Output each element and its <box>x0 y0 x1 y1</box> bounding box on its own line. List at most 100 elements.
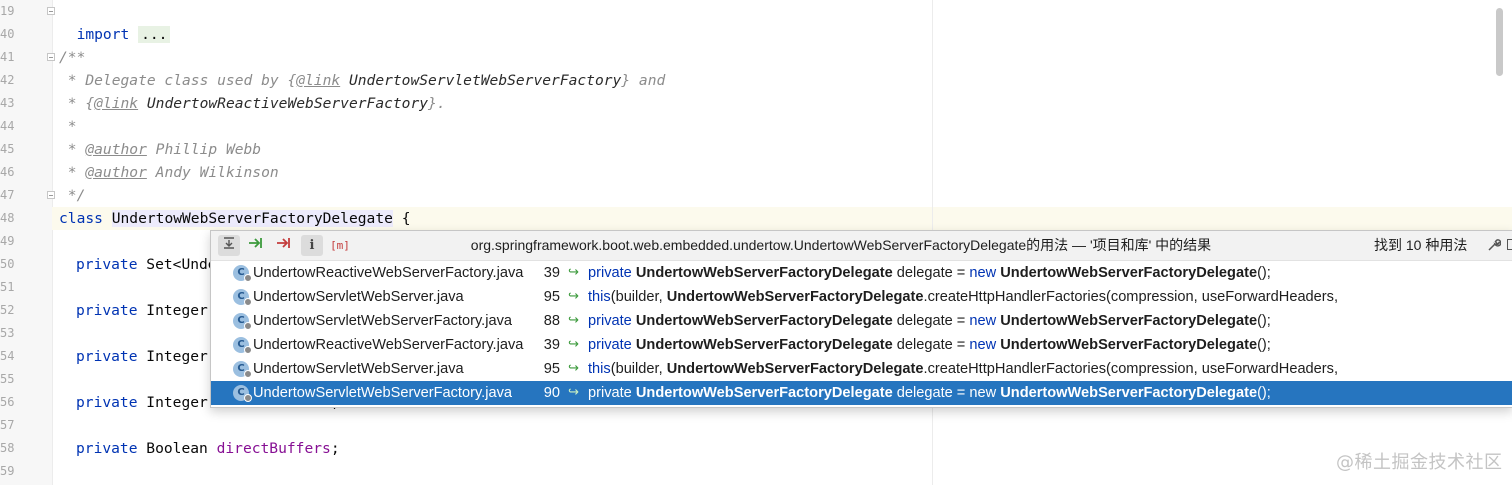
line-number[interactable]: 57 <box>0 414 14 437</box>
line-number[interactable]: 41 <box>0 46 14 69</box>
line-number[interactable]: 19 <box>0 0 14 23</box>
usage-row[interactable]: C UndertowReactiveWebServerFactory.java 39… <box>211 333 1512 357</box>
next-usage-icon <box>248 236 264 255</box>
snippet-keyword: private <box>588 313 632 329</box>
line-number[interactable]: 43 <box>0 92 14 115</box>
line-number[interactable]: 56 <box>0 391 14 414</box>
snippet-type: UndertowWebServerFactoryDelegate <box>666 361 924 377</box>
code-line-doc-close[interactable]: */ <box>59 184 1512 207</box>
code-line-author-2[interactable]: * @author Andy Wilkinson <box>59 161 1512 184</box>
doc-text: * <box>59 141 86 158</box>
usage-row[interactable]: C UndertowServletWebServerFactory.java 90 ↪… <box>211 381 1512 405</box>
usage-row[interactable]: C UndertowServletWebServerFactory.java 88 ↪… <box>211 309 1512 333</box>
fold-doc-start-icon[interactable] <box>47 53 55 61</box>
line-number[interactable]: 44 <box>0 115 14 138</box>
info-button[interactable]: i <box>301 235 323 256</box>
usage-count: 找到 10 种用法 <box>1374 237 1468 253</box>
line-number[interactable]: 49 <box>0 230 14 253</box>
line-number[interactable]: 50 <box>0 253 14 276</box>
usage-code-snippet: this(builder, UndertowWebServerFactoryDe… <box>588 357 1338 381</box>
usage-code-snippet: this(builder, UndertowWebServerFactoryDe… <box>588 285 1338 309</box>
class-file-icon: C <box>233 313 252 330</box>
code-line-author-1[interactable]: * @author Phillip Webb <box>59 138 1512 161</box>
prev-usage-button[interactable] <box>273 235 295 256</box>
usage-arrow-icon: ↪ <box>568 337 579 352</box>
snippet-type: UndertowWebServerFactoryDelegate <box>1000 385 1258 401</box>
snippet-text: delegate = <box>892 313 970 329</box>
usage-row[interactable]: C UndertowReactiveWebServerFactory.java 39… <box>211 261 1512 285</box>
code-line-doc-blank[interactable]: * <box>59 115 1512 138</box>
line-number[interactable]: 54 <box>0 345 14 368</box>
vertical-scrollbar[interactable] <box>1496 8 1503 76</box>
field-name[interactable]: directBuffers <box>217 440 331 457</box>
class-file-icon: C <box>233 265 252 282</box>
next-usage-button[interactable] <box>245 235 267 256</box>
line-number[interactable]: 51 <box>0 276 14 299</box>
doc-text: }. <box>428 95 446 112</box>
doc-link-ref[interactable]: UndertowServletWebServerFactory <box>340 72 621 89</box>
line-number[interactable]: 55 <box>0 368 14 391</box>
snippet-text: .createHttpHandlerFactories(compression,… <box>923 289 1338 305</box>
line-number[interactable]: 40 <box>0 23 14 46</box>
usage-file-name: UndertowServletWebServer.java <box>253 289 464 305</box>
keyword-private: private <box>76 440 138 457</box>
keyword-private: private <box>76 348 138 365</box>
class-name[interactable]: UndertowWebServerFactoryDelegate <box>111 210 393 227</box>
usage-row[interactable]: C UndertowServletWebServer.java 95 ↪ this(bu… <box>211 357 1512 381</box>
doc-text: * { <box>59 95 95 112</box>
line-number[interactable]: 53 <box>0 322 14 345</box>
line-number[interactable]: 47 <box>0 184 14 207</box>
snippet-text: .createHttpHandlerFactories(compression,… <box>923 361 1338 377</box>
usage-file-name: UndertowReactiveWebServerFactory.java <box>253 265 524 281</box>
snippet-keyword: private <box>588 265 632 281</box>
merge-usages-icon <box>222 236 236 255</box>
brace: { <box>392 210 411 227</box>
snippet-text: delegate = <box>892 337 970 353</box>
prev-usage-icon <box>276 236 292 255</box>
usage-line-number: 39 <box>543 265 560 281</box>
usages-list[interactable]: C UndertowReactiveWebServerFactory.java 39… <box>211 261 1512 405</box>
code-line-doc-open[interactable]: /** <box>59 46 1512 69</box>
doc-author-tag: @author <box>85 164 147 181</box>
snippet-text: (); <box>1257 385 1271 401</box>
fold-doc-end-icon[interactable] <box>47 191 55 199</box>
usage-file-name: UndertowServletWebServerFactory.java <box>253 385 513 401</box>
usage-row[interactable]: C UndertowServletWebServer.java 95 ↪ this(bu… <box>211 285 1512 309</box>
semicolon: ; <box>330 440 340 457</box>
usage-code-snippet: private UndertowWebServerFactoryDelegate… <box>588 261 1271 285</box>
code-line-import[interactable]: import ... <box>59 0 1512 43</box>
snippet-text: (builder, <box>610 361 667 377</box>
pin-window-icon[interactable] <box>1507 239 1512 250</box>
line-number[interactable]: 48 <box>0 207 14 230</box>
doc-comment: */ <box>59 187 86 204</box>
doc-text: * Delegate class used by { <box>59 72 297 89</box>
usage-arrow-icon: ↪ <box>568 265 579 280</box>
keyword-class: class <box>59 210 103 227</box>
keyword-private: private <box>76 302 138 319</box>
merge-usages-button[interactable] <box>218 235 240 256</box>
line-number[interactable]: 42 <box>0 69 14 92</box>
snippet-keyword: new <box>969 265 997 281</box>
line-number[interactable]: 59 <box>0 460 14 483</box>
code-line-doc-1[interactable]: * Delegate class used by {@link Undertow… <box>59 69 1512 92</box>
fold-import-icon[interactable] <box>47 7 55 15</box>
line-number[interactable]: 46 <box>0 161 14 184</box>
find-usages-popup[interactable]: i [m] org.springframework.boot.web.embed… <box>210 230 1512 408</box>
usage-file-name: UndertowReactiveWebServerFactory.java <box>253 337 524 353</box>
settings-wrench-icon[interactable] <box>1487 238 1502 257</box>
code-line-field-5[interactable]: private Boolean directBuffers; <box>76 437 1512 460</box>
snippet-text: delegate = <box>892 265 970 281</box>
doc-link-ref[interactable]: UndertowReactiveWebServerFactory <box>138 95 428 112</box>
snippet-keyword: private <box>588 385 632 401</box>
method-filter-button[interactable]: [m] <box>329 235 351 256</box>
folded-imports[interactable]: ... <box>138 26 171 43</box>
doc-text: * <box>59 164 86 181</box>
code-line-doc-2[interactable]: * {@link UndertowReactiveWebServerFactor… <box>59 92 1512 115</box>
line-number[interactable]: 45 <box>0 138 14 161</box>
line-number[interactable]: 52 <box>0 299 14 322</box>
snippet-keyword: new <box>969 313 997 329</box>
usage-arrow-icon: ↪ <box>568 289 579 304</box>
line-number[interactable]: 58 <box>0 437 14 460</box>
snippet-keyword: private <box>588 337 632 353</box>
code-line-class-decl[interactable]: class UndertowWebServerFactoryDelegate { <box>59 207 1512 230</box>
